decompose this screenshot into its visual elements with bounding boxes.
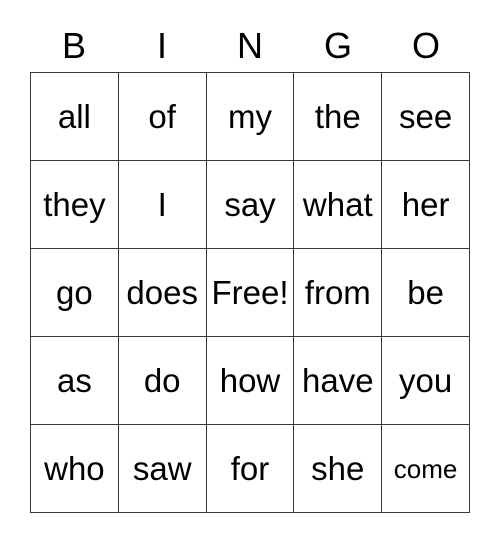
bingo-cell-label: the	[314, 98, 361, 135]
bingo-header-row: B I N G O	[30, 20, 470, 72]
bingo-cell-label: all	[57, 98, 91, 135]
bingo-cell-label: be	[407, 274, 444, 311]
bingo-cell[interactable]: of	[118, 73, 207, 161]
bingo-cell[interactable]: her	[382, 161, 470, 249]
bingo-cell-label: come	[393, 453, 458, 484]
bingo-row: go does Free! from be	[31, 249, 470, 337]
bingo-cell-label: see	[398, 98, 453, 135]
bingo-cell-label: from	[304, 274, 371, 311]
bingo-cell-label: you	[398, 362, 453, 399]
bingo-cell[interactable]: be	[382, 249, 470, 337]
bingo-cell[interactable]: what	[294, 161, 383, 249]
bingo-cell[interactable]: I	[118, 161, 207, 249]
bingo-cell-label: I	[157, 186, 167, 223]
bingo-cell[interactable]: saw	[118, 425, 207, 513]
bingo-cell-label: she	[311, 450, 365, 487]
bingo-cell-label: for	[230, 450, 270, 487]
bingo-cell[interactable]: who	[31, 425, 119, 513]
bingo-cell[interactable]: have	[294, 337, 383, 425]
bingo-cell-label: what	[302, 186, 373, 223]
bingo-grid: all of my the see they I say what her go…	[30, 72, 470, 513]
bingo-cell[interactable]: how	[206, 337, 295, 425]
bingo-cell-label: her	[401, 186, 450, 223]
bingo-cell-label: as	[56, 362, 92, 399]
bingo-cell-label: who	[44, 450, 105, 487]
bingo-cell-label: saw	[132, 450, 192, 487]
bingo-row: all of my the see	[31, 73, 470, 161]
bingo-cell[interactable]: do	[118, 337, 207, 425]
bingo-cell[interactable]: for	[206, 425, 295, 513]
bingo-cell[interactable]: say	[206, 161, 295, 249]
bingo-cell[interactable]: they	[31, 161, 119, 249]
bingo-cell[interactable]: all	[31, 73, 119, 161]
bingo-cell-label: Free!	[211, 274, 289, 311]
bingo-cell[interactable]: you	[382, 337, 470, 425]
bingo-cell[interactable]: come	[382, 425, 470, 513]
bingo-row: who saw for she come	[31, 425, 470, 513]
bingo-cell-label: do	[143, 362, 181, 399]
bingo-cell-label: say	[224, 186, 276, 223]
bingo-header-letter-o: O	[411, 25, 440, 66]
bingo-cell-label: does	[126, 274, 198, 311]
bingo-header-letter-n: N	[237, 25, 263, 66]
bingo-cell[interactable]: see	[382, 73, 470, 161]
bingo-cell[interactable]: go	[31, 249, 119, 337]
bingo-cell[interactable]: from	[294, 249, 383, 337]
bingo-cell-label: have	[302, 362, 374, 399]
bingo-row: they I say what her	[31, 161, 470, 249]
bingo-cell-label: they	[43, 186, 106, 223]
bingo-header-letter-i: I	[156, 25, 167, 66]
bingo-cell[interactable]: she	[294, 425, 383, 513]
bingo-cell[interactable]: my	[206, 73, 295, 161]
bingo-cell-label: of	[148, 98, 176, 135]
bingo-row: as do how have you	[31, 337, 470, 425]
bingo-header-letter-g: G	[323, 25, 352, 66]
bingo-cell[interactable]: the	[294, 73, 383, 161]
bingo-cell-label: how	[219, 362, 281, 399]
bingo-cell-label: my	[227, 98, 272, 135]
bingo-cell[interactable]: does	[118, 249, 207, 337]
bingo-cell-free[interactable]: Free!	[206, 249, 295, 337]
bingo-cell-label: go	[56, 274, 93, 311]
bingo-cell[interactable]: as	[31, 337, 119, 425]
bingo-card: B I N G O all of my the see they I say w…	[30, 20, 470, 513]
bingo-header-letter-b: B	[61, 25, 86, 66]
